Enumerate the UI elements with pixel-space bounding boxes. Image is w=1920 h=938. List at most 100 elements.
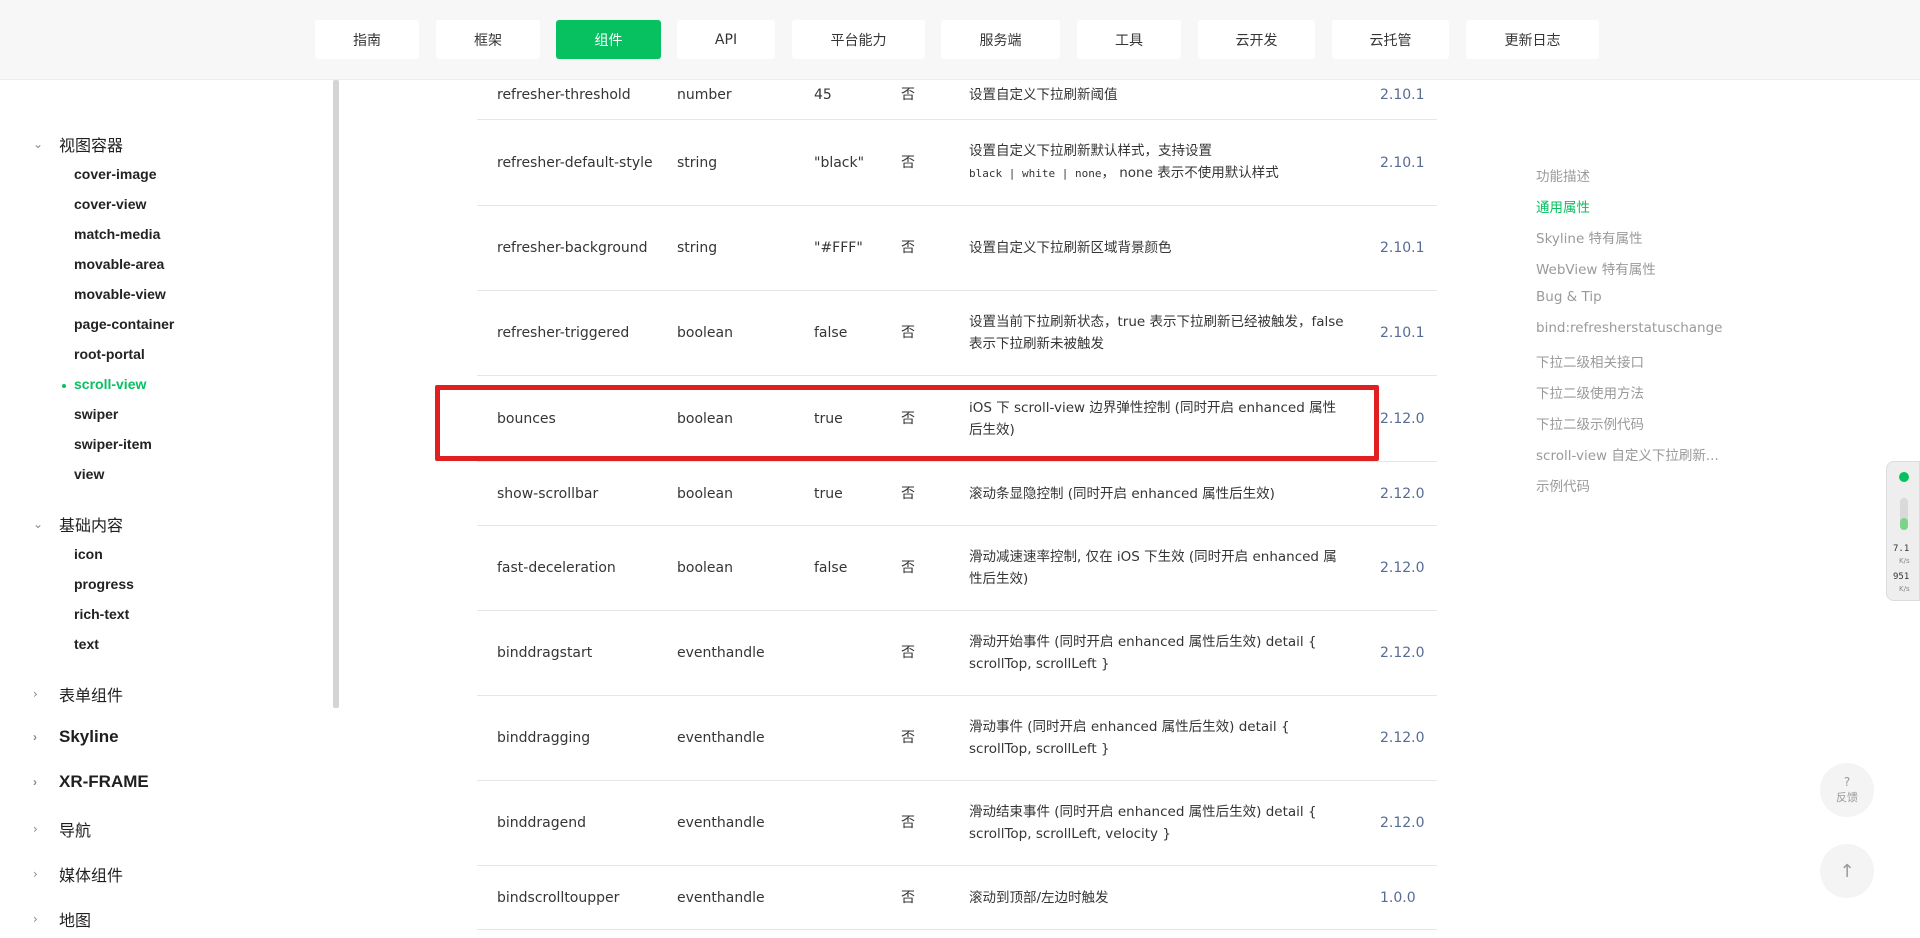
chevron-down-icon: ⌄ [33, 517, 44, 531]
group-label: 基础内容 [59, 516, 124, 535]
nav-cloud-dev[interactable]: 云开发 [1198, 20, 1315, 59]
sidebar: ⌄ 视图容器 cover-image cover-view match-medi… [0, 80, 336, 938]
chevron-right-icon: › [33, 730, 37, 744]
sidebar-item-text[interactable]: text [74, 636, 99, 652]
attr-default: "#FFF" [814, 240, 863, 256]
toc-item[interactable]: 功能描述 [1536, 165, 1590, 185]
toc-item[interactable]: 下拉二级使用方法 [1536, 382, 1644, 402]
feedback-button[interactable]: ? 反馈 [1820, 763, 1874, 817]
attr-desc: 滑动开始事件 (同时开启 enhanced 属性后生效) detail { sc… [969, 634, 1317, 672]
toc-item-active[interactable]: 通用属性 [1536, 196, 1590, 216]
sidebar-group-skyline[interactable]: › Skyline [33, 727, 119, 747]
sidebar-item-cover-image[interactable]: cover-image [74, 166, 156, 182]
feedback-label: 反馈 [1836, 791, 1858, 804]
table-row: binddragstart eventhandle 否 滑动开始事件 (同时开启… [477, 611, 1437, 696]
back-to-top-button[interactable]: ↑ [1820, 844, 1874, 898]
attr-required: 否 [901, 485, 915, 502]
sidebar-item-swiper-item[interactable]: swiper-item [74, 436, 152, 452]
upload-speed: 7.1 [1893, 544, 1910, 554]
toc-item[interactable]: 示例代码 [1536, 475, 1590, 495]
nav-components[interactable]: 组件 [556, 20, 661, 59]
nav-cloud-hosting[interactable]: 云托管 [1332, 20, 1449, 59]
attr-default: 45 [814, 87, 832, 103]
attr-default: false [814, 325, 848, 341]
sidebar-group-basic-content[interactable]: ⌄ 基础内容 [33, 512, 123, 536]
sidebar-scrollbar[interactable] [333, 80, 339, 708]
sidebar-item-rich-text[interactable]: rich-text [74, 606, 129, 622]
sidebar-item-scroll-view[interactable]: scroll-view [74, 376, 146, 392]
nav-changelog[interactable]: 更新日志 [1466, 20, 1599, 59]
sidebar-item-progress[interactable]: progress [74, 576, 134, 592]
sidebar-item-movable-area[interactable]: movable-area [74, 256, 164, 272]
nav-platform[interactable]: 平台能力 [792, 20, 925, 59]
chevron-right-icon: › [33, 775, 37, 789]
sidebar-item-match-media[interactable]: match-media [74, 226, 160, 242]
attr-required: 否 [901, 815, 915, 831]
attr-default [814, 866, 894, 929]
attr-version: 2.10.1 [1380, 240, 1425, 256]
attr-desc: 设置自定义下拉刷新阈值 [969, 87, 1118, 103]
attr-desc-text: 设置自定义下拉刷新默认样式，支持设置 [969, 143, 1212, 159]
attr-default [814, 696, 894, 780]
sidebar-group-view-container[interactable]: ⌄ 视图容器 [33, 132, 123, 156]
sidebar-item-swiper[interactable]: swiper [74, 406, 118, 422]
meter-fill [1900, 518, 1908, 530]
top-nav: 指南 框架 组件 API 平台能力 服务端 工具 云开发 云托管 更新日志 [0, 0, 1920, 80]
attr-type: boolean [677, 325, 733, 341]
nav-api[interactable]: API [677, 20, 775, 59]
highlight-box [435, 385, 1379, 461]
group-label: 媒体组件 [59, 866, 124, 885]
network-speed-widget[interactable]: 7.1 K/s 951 K/s [1886, 461, 1920, 601]
table-row: refresher-background string "#FFF" 否 设置自… [477, 206, 1437, 291]
chevron-down-icon: ⌄ [33, 137, 44, 151]
attr-default: true [814, 485, 843, 502]
attr-version: 2.12.0 [1380, 645, 1425, 661]
table-row: binddragging eventhandle 否 滑动事件 (同时开启 en… [477, 696, 1437, 781]
nav-framework[interactable]: 框架 [436, 20, 540, 59]
nav-tools[interactable]: 工具 [1077, 20, 1181, 59]
attr-name: refresher-default-style [497, 154, 653, 171]
attr-desc-tail: ， none 表示不使用默认样式 [1101, 165, 1279, 181]
sidebar-item-cover-view[interactable]: cover-view [74, 196, 146, 212]
attr-name: binddragging [497, 730, 591, 746]
attr-desc: 滑动事件 (同时开启 enhanced 属性后生效) detail { scro… [969, 719, 1290, 757]
toc-item[interactable]: Skyline 特有属性 [1536, 227, 1643, 247]
attr-version: 2.12.0 [1380, 560, 1425, 576]
attr-type: string [677, 154, 718, 171]
toc-item[interactable]: Bug & Tip [1536, 289, 1602, 305]
attr-desc-code: black | white | none [969, 167, 1102, 180]
sidebar-item-icon[interactable]: icon [74, 546, 103, 562]
attr-required: 否 [901, 325, 915, 341]
group-label: 视图容器 [59, 136, 124, 155]
sidebar-group-navigation[interactable]: › 导航 [33, 817, 91, 841]
attr-name: refresher-triggered [497, 325, 630, 341]
toc-item[interactable]: bind:refresherstatuschange [1536, 320, 1722, 336]
nav-guide[interactable]: 指南 [315, 20, 419, 59]
attr-default: false [814, 560, 848, 576]
toc-item[interactable]: scroll-view 自定义下拉刷新... [1536, 444, 1719, 464]
attr-type: eventhandle [677, 889, 765, 906]
table-row: refresher-default-style string "black" 否… [477, 120, 1437, 206]
chevron-right-icon: › [33, 912, 38, 926]
sidebar-group-media[interactable]: › 媒体组件 [33, 862, 123, 886]
toc-item[interactable]: WebView 特有属性 [1536, 258, 1656, 278]
attr-type: eventhandle [677, 730, 765, 746]
sidebar-item-movable-view[interactable]: movable-view [74, 286, 166, 302]
attr-name: refresher-threshold [497, 87, 631, 103]
attr-name: bindscrolltoupper [497, 889, 620, 906]
sidebar-group-xr-frame[interactable]: › XR-FRAME [33, 772, 149, 792]
sidebar-item-view[interactable]: view [74, 466, 104, 482]
sidebar-group-form[interactable]: › 表单组件 [33, 682, 123, 706]
attr-required: 否 [901, 154, 915, 171]
attr-type: eventhandle [677, 645, 765, 661]
chevron-right-icon: › [33, 867, 38, 881]
toc-item[interactable]: 下拉二级示例代码 [1536, 413, 1644, 433]
table-row: refresher-threshold number 45 否 设置自定义下拉刷… [477, 80, 1437, 120]
arrow-up-icon: ↑ [1839, 860, 1855, 882]
nav-server[interactable]: 服务端 [941, 20, 1060, 59]
sidebar-item-page-container[interactable]: page-container [74, 316, 174, 332]
sidebar-group-map[interactable]: › 地图 [33, 907, 91, 931]
sidebar-item-root-portal[interactable]: root-portal [74, 346, 145, 362]
download-speed: 951 [1893, 572, 1910, 582]
toc-item[interactable]: 下拉二级相关接口 [1536, 351, 1644, 371]
